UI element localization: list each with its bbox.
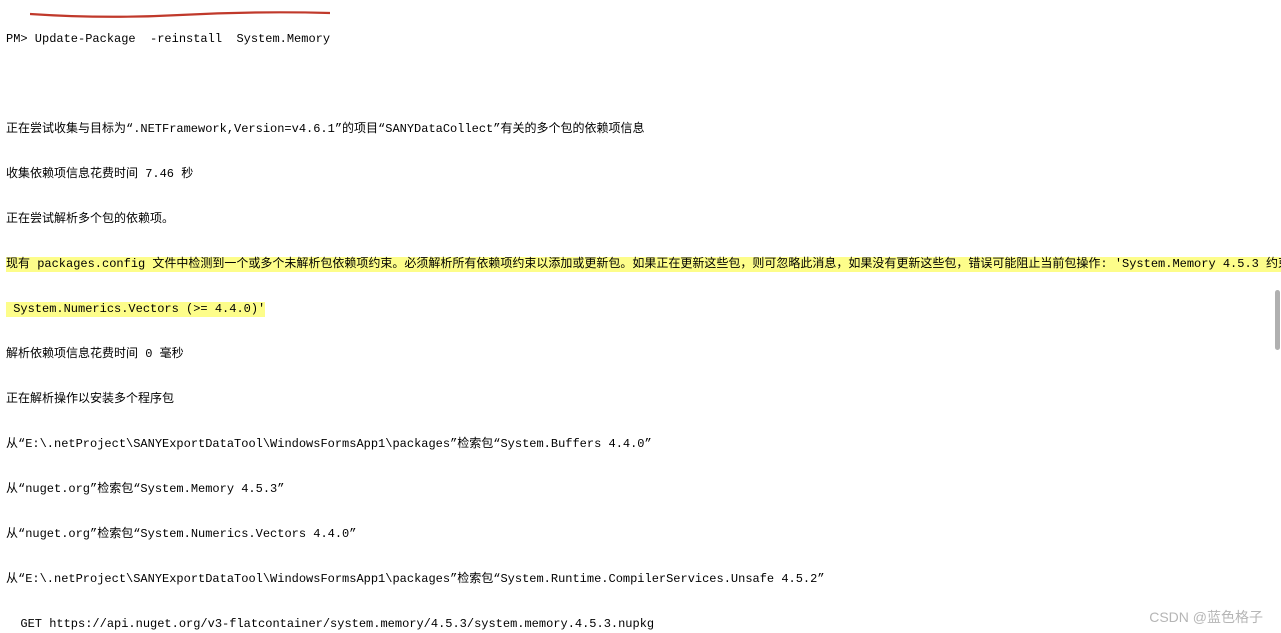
output-line: 正在尝试收集与目标为“.NETFramework,Version=v4.6.1”… xyxy=(6,122,1275,137)
output-line: 收集依赖项信息花费时间 7.46 秒 xyxy=(6,167,1275,182)
output-line: 解析依赖项信息花费时间 0 毫秒 xyxy=(6,347,1275,362)
warning-line: System.Numerics.Vectors (>= 4.4.0)' xyxy=(6,302,1275,317)
output-line: 从“E:\.netProject\SANYExportDataTool\Wind… xyxy=(6,437,1275,452)
scrollbar-track[interactable] xyxy=(1273,0,1281,633)
output-line: 从“nuget.org”检索包“System.Numerics.Vectors … xyxy=(6,527,1275,542)
scrollbar-thumb[interactable] xyxy=(1275,290,1280,350)
prompt-line[interactable]: PM> Update-Package -reinstall System.Mem… xyxy=(6,32,1275,47)
console-output[interactable]: PM> Update-Package -reinstall System.Mem… xyxy=(0,0,1281,633)
warning-line: 现有 packages.config 文件中检测到一个或多个未解析包依赖项约束。… xyxy=(6,257,1275,272)
output-line: 正在尝试解析多个包的依赖项。 xyxy=(6,212,1275,227)
output-line: 正在解析操作以安装多个程序包 xyxy=(6,392,1275,407)
output-line: 从“E:\.netProject\SANYExportDataTool\Wind… xyxy=(6,572,1275,587)
output-line: GET https://api.nuget.org/v3-flatcontain… xyxy=(6,617,1275,632)
output-line: 从“nuget.org”检索包“System.Memory 4.5.3” xyxy=(6,482,1275,497)
blank-line xyxy=(6,77,1275,92)
